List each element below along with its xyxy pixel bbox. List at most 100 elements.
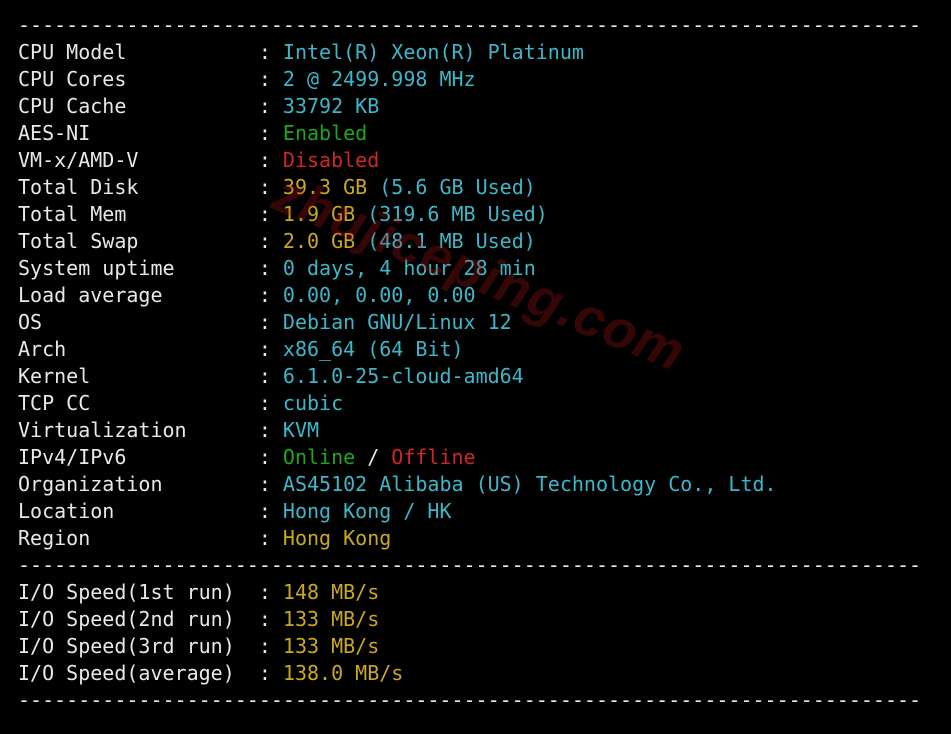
label: CPU Cores <box>18 67 247 91</box>
label: AES-NI <box>18 121 247 145</box>
row-cpu-model: CPU Model : Intel(R) Xeon(R) Platinum <box>18 39 933 66</box>
value-cpu-cache: 33792 KB <box>283 94 379 118</box>
row-io-2: I/O Speed(2nd run) : 133 MB/s <box>18 606 933 633</box>
separator: : <box>247 121 283 145</box>
value-ipv4: Online <box>283 445 355 469</box>
row-total-swap: Total Swap : 2.0 GB (48.1 MB Used) <box>18 228 933 255</box>
row-tcp-cc: TCP CC : cubic <box>18 390 933 417</box>
separator: : <box>247 175 283 199</box>
value-cpu-cores: 2 @ 2499.998 MHz <box>283 67 476 91</box>
label: I/O Speed(3rd run) <box>18 634 247 658</box>
row-organization: Organization : AS45102 Alibaba (US) Tech… <box>18 471 933 498</box>
value-kernel: 6.1.0-25-cloud-amd64 <box>283 364 524 388</box>
separator: : <box>247 364 283 388</box>
row-kernel: Kernel : 6.1.0-25-cloud-amd64 <box>18 363 933 390</box>
separator: : <box>247 418 283 442</box>
separator: : <box>247 94 283 118</box>
separator: : <box>247 607 283 631</box>
label: Virtualization <box>18 418 247 442</box>
row-region: Region : Hong Kong <box>18 525 933 552</box>
label: Location <box>18 499 247 523</box>
label: CPU Model <box>18 40 247 64</box>
value-io-avg: 138.0 MB/s <box>283 661 403 685</box>
value-vmx: Disabled <box>283 148 379 172</box>
value-io-3: 133 MB/s <box>283 634 379 658</box>
value-virtualization: KVM <box>283 418 319 442</box>
row-vmx: VM-x/AMD-V : Disabled <box>18 147 933 174</box>
label: VM-x/AMD-V <box>18 148 247 172</box>
separator: : <box>247 472 283 496</box>
label: Region <box>18 526 247 550</box>
label: Total Swap <box>18 229 247 253</box>
row-ipstack: IPv4/IPv6 : Online / Offline <box>18 444 933 471</box>
separator: : <box>247 337 283 361</box>
value-arch: x86_64 (64 Bit) <box>283 337 464 361</box>
value-mem-used: (319.6 MB Used) <box>355 202 548 226</box>
separator: : <box>247 526 283 550</box>
label: I/O Speed(average) <box>18 661 247 685</box>
value-aes-ni: Enabled <box>283 121 367 145</box>
row-io-1: I/O Speed(1st run) : 148 MB/s <box>18 579 933 606</box>
value-io-2: 133 MB/s <box>283 607 379 631</box>
value-load: 0.00, 0.00, 0.00 <box>283 283 476 307</box>
label: Total Mem <box>18 202 247 226</box>
value-swap-size: 2.0 GB <box>283 229 355 253</box>
separator: : <box>247 445 283 469</box>
value-swap-used: (48.1 MB Used) <box>355 229 536 253</box>
row-os: OS : Debian GNU/Linux 12 <box>18 309 933 336</box>
row-cpu-cache: CPU Cache : 33792 KB <box>18 93 933 120</box>
separator: : <box>247 229 283 253</box>
value-os: Debian GNU/Linux 12 <box>283 310 512 334</box>
slash: / <box>355 445 391 469</box>
row-cpu-cores: CPU Cores : 2 @ 2499.998 MHz <box>18 66 933 93</box>
value-disk-size: 39.3 GB <box>283 175 367 199</box>
row-total-disk: Total Disk : 39.3 GB (5.6 GB Used) <box>18 174 933 201</box>
value-cpu-model: Intel(R) Xeon(R) Platinum <box>283 40 584 64</box>
value-region: Hong Kong <box>283 526 391 550</box>
value-mem-size: 1.9 GB <box>283 202 355 226</box>
row-virtualization: Virtualization : KVM <box>18 417 933 444</box>
row-location: Location : Hong Kong / HK <box>18 498 933 525</box>
divider-mid: ----------------------------------------… <box>18 552 933 579</box>
divider-top: ----------------------------------------… <box>18 12 933 39</box>
label: Load average <box>18 283 247 307</box>
label: OS <box>18 310 247 334</box>
separator: : <box>247 580 283 604</box>
label: Arch <box>18 337 247 361</box>
value-io-1: 148 MB/s <box>283 580 379 604</box>
label: CPU Cache <box>18 94 247 118</box>
label: I/O Speed(2nd run) <box>18 607 247 631</box>
divider-bottom: ----------------------------------------… <box>18 687 933 714</box>
separator: : <box>247 634 283 658</box>
separator: : <box>247 283 283 307</box>
separator: : <box>247 256 283 280</box>
value-ipv6: Offline <box>391 445 475 469</box>
separator: : <box>247 391 283 415</box>
label: Organization <box>18 472 247 496</box>
row-total-mem: Total Mem : 1.9 GB (319.6 MB Used) <box>18 201 933 228</box>
label: TCP CC <box>18 391 247 415</box>
separator: : <box>247 310 283 334</box>
value-organization: AS45102 Alibaba (US) Technology Co., Ltd… <box>283 472 777 496</box>
value-uptime: 0 days, 4 hour 28 min <box>283 256 536 280</box>
value-disk-used: (5.6 GB Used) <box>367 175 536 199</box>
row-io-3: I/O Speed(3rd run) : 133 MB/s <box>18 633 933 660</box>
value-tcp-cc: cubic <box>283 391 343 415</box>
separator: : <box>247 148 283 172</box>
terminal-output: ----------------------------------------… <box>0 0 951 734</box>
separator: : <box>247 499 283 523</box>
row-load: Load average : 0.00, 0.00, 0.00 <box>18 282 933 309</box>
separator: : <box>247 40 283 64</box>
value-location: Hong Kong / HK <box>283 499 452 523</box>
row-uptime: System uptime : 0 days, 4 hour 28 min <box>18 255 933 282</box>
separator: : <box>247 202 283 226</box>
row-io-avg: I/O Speed(average) : 138.0 MB/s <box>18 660 933 687</box>
label: Kernel <box>18 364 247 388</box>
label: IPv4/IPv6 <box>18 445 247 469</box>
label: System uptime <box>18 256 247 280</box>
label: I/O Speed(1st run) <box>18 580 247 604</box>
separator: : <box>247 661 283 685</box>
label: Total Disk <box>18 175 247 199</box>
separator: : <box>247 67 283 91</box>
row-aes-ni: AES-NI : Enabled <box>18 120 933 147</box>
